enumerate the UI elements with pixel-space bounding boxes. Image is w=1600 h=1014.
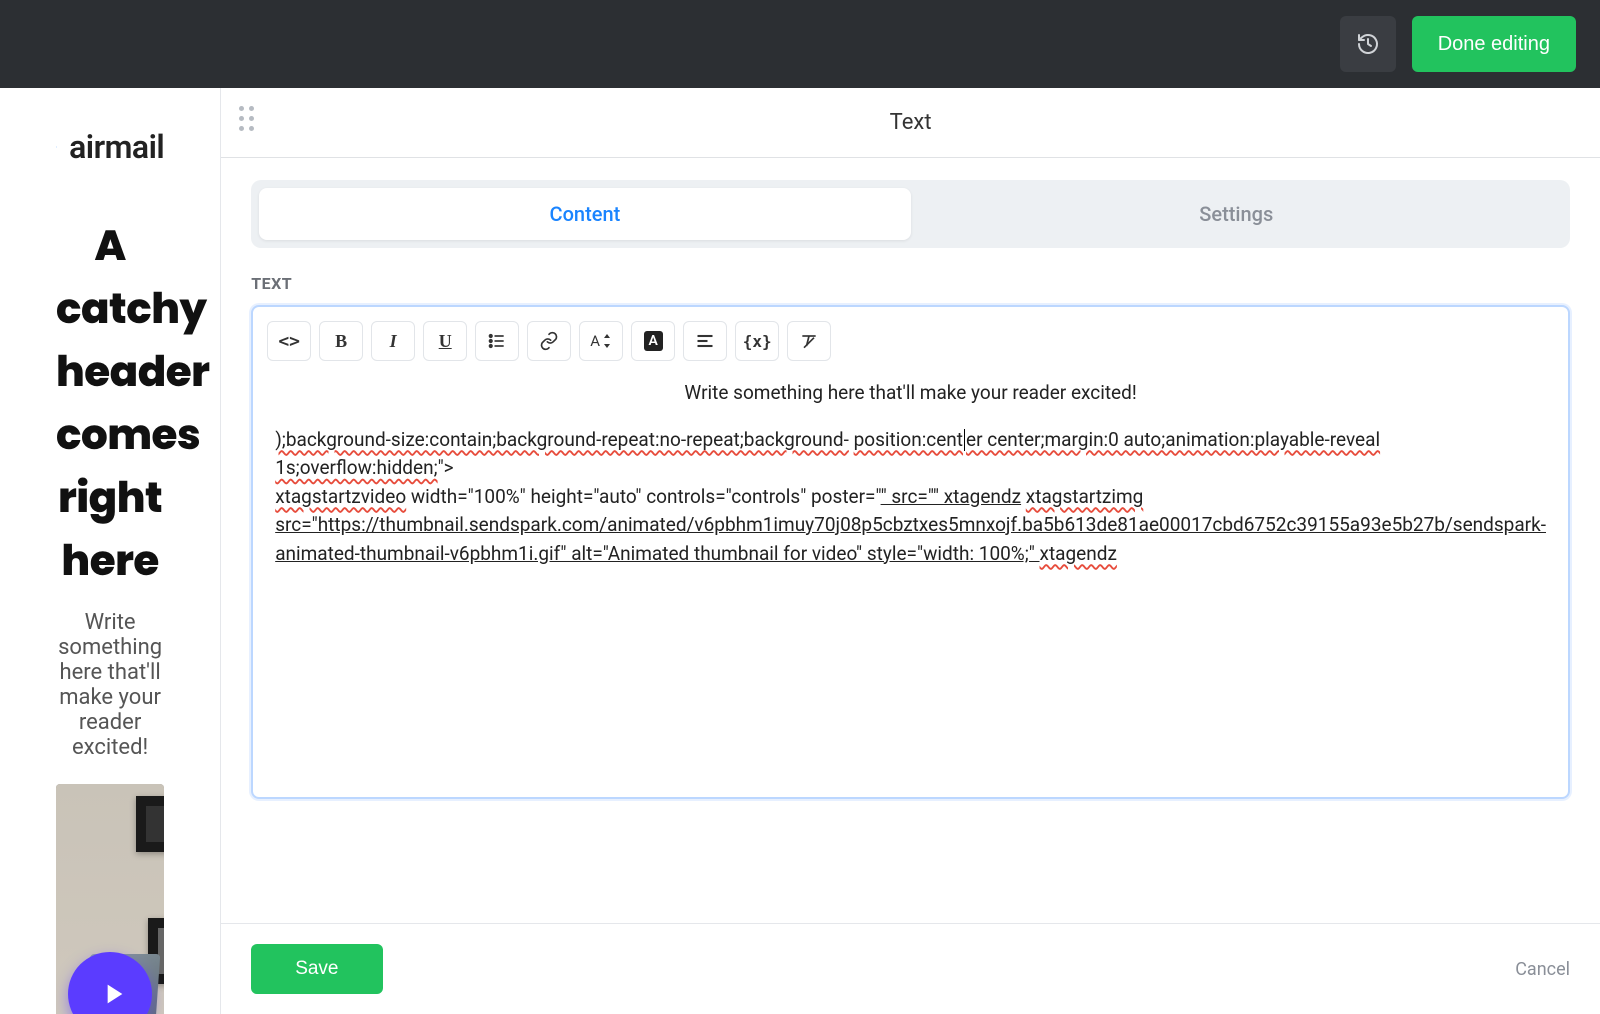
rte-underline-button[interactable]: U xyxy=(423,321,467,361)
play-icon xyxy=(97,978,129,1010)
main-split: airmail A catchy header comes right here… xyxy=(0,88,1600,1014)
video-block[interactable]: #sendspark 0:00 / 0:52 xyxy=(56,784,164,1014)
rte-align-button[interactable] xyxy=(683,321,727,361)
tab-settings[interactable]: Settings xyxy=(911,188,1562,240)
rte-merge-tag-button[interactable]: {x} xyxy=(735,321,779,361)
rte-toolbar: <> B I U A A {x} xyxy=(253,307,1568,373)
editor-panel: Text Content Settings TEXT <> B I U xyxy=(221,88,1600,1014)
editor-visible-text: Write something here that'll make your r… xyxy=(275,379,1546,408)
top-bar: Done editing xyxy=(0,0,1600,88)
drag-handle-icon[interactable] xyxy=(239,106,254,131)
rte-textarea[interactable]: Write something here that'll make your r… xyxy=(253,373,1568,584)
done-editing-button[interactable]: Done editing xyxy=(1412,16,1576,72)
rte-bold-button[interactable]: B xyxy=(319,321,363,361)
save-button[interactable]: Save xyxy=(251,944,382,994)
history-icon xyxy=(1356,32,1380,56)
tab-content[interactable]: Content xyxy=(259,188,910,240)
history-button[interactable] xyxy=(1340,16,1396,72)
rte-list-button[interactable] xyxy=(475,321,519,361)
rte-link-button[interactable] xyxy=(527,321,571,361)
text-cursor xyxy=(964,429,965,451)
logo: airmail xyxy=(56,128,164,166)
rte-fontsize-button[interactable]: A xyxy=(579,321,623,361)
panel-title: Text xyxy=(221,110,1600,135)
clear-format-icon xyxy=(799,331,819,351)
list-icon xyxy=(487,331,507,351)
email-preview: airmail A catchy header comes right here… xyxy=(0,88,221,1014)
tab-group: Content Settings xyxy=(251,180,1570,248)
panel-header: Text xyxy=(221,88,1600,158)
email-subheading[interactable]: Write something here that'll make your r… xyxy=(56,610,164,760)
link-icon xyxy=(539,331,559,351)
logo-text: airmail xyxy=(69,128,164,166)
align-icon xyxy=(695,331,715,351)
paper-plane-icon xyxy=(56,131,57,163)
email-headline[interactable]: A catchy header comes right here xyxy=(56,214,164,592)
section-label-text: TEXT xyxy=(251,274,1570,293)
cancel-link[interactable]: Cancel xyxy=(1515,959,1570,980)
rich-text-editor: <> B I U A A {x} xyxy=(251,305,1570,799)
panel-footer: Save Cancel xyxy=(221,923,1600,1014)
rte-clear-format-button[interactable] xyxy=(787,321,831,361)
rte-textcolor-button[interactable]: A xyxy=(631,321,675,361)
rte-italic-button[interactable]: I xyxy=(371,321,415,361)
rte-code-view-button[interactable]: <> xyxy=(267,321,311,361)
